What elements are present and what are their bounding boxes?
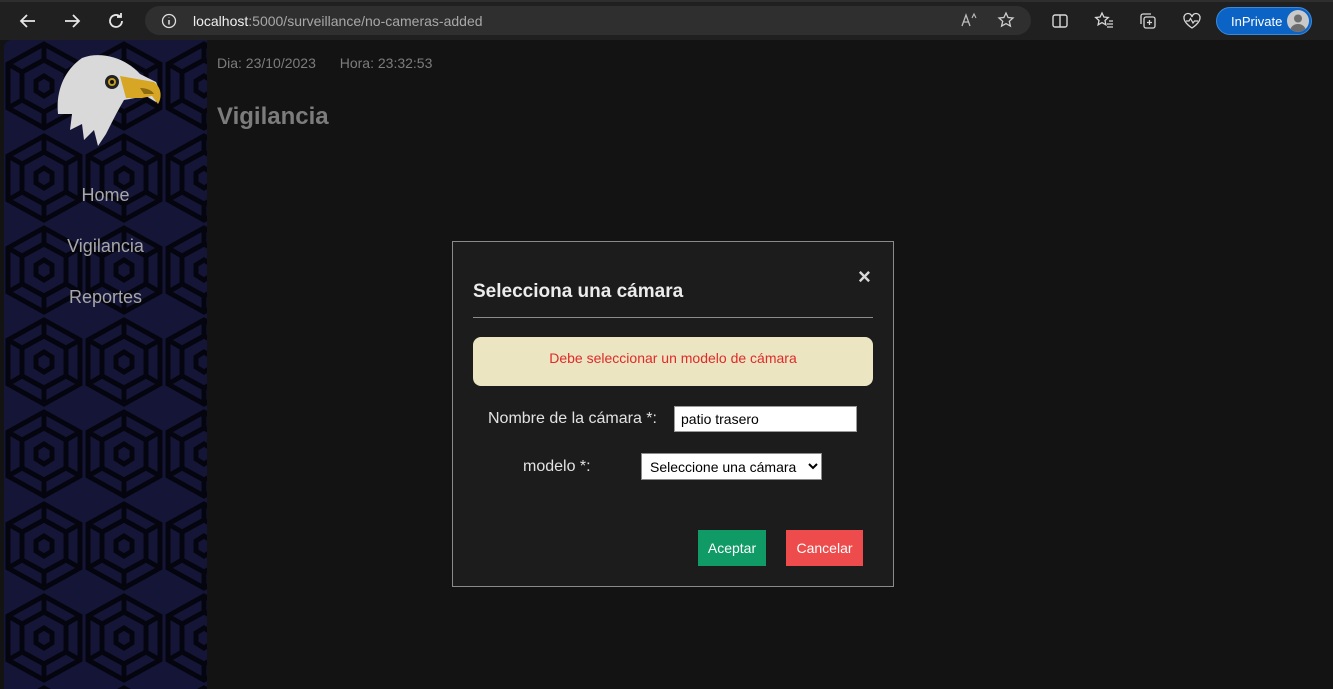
date-time-bar: Dia: 23/10/2023 Hora: 23:32:53 — [217, 55, 432, 71]
sidebar: Home Vigilancia Reportes — [4, 40, 207, 689]
inprivate-badge[interactable]: InPrivate — [1216, 7, 1312, 35]
url-text[interactable]: localhost:5000/surveillance/no-cameras-a… — [193, 13, 483, 29]
accept-button[interactable]: Aceptar — [698, 530, 766, 566]
favorite-star-icon[interactable] — [997, 11, 1015, 29]
read-aloud-icon[interactable] — [960, 12, 978, 28]
arrow-right-icon — [65, 14, 81, 28]
inprivate-label: InPrivate — [1231, 14, 1283, 29]
cancel-button[interactable]: Cancelar — [786, 530, 863, 566]
select-camera-modal: × Selecciona una cámara Debe seleccionar… — [452, 241, 894, 587]
collections-icon — [1140, 13, 1156, 29]
time-text: Hora: 23:32:53 — [339, 55, 433, 71]
camera-name-label: Nombre de la cámara *: — [488, 410, 657, 427]
close-button[interactable]: × — [858, 266, 871, 288]
eagle-logo — [57, 55, 161, 146]
refresh-button[interactable] — [103, 8, 129, 34]
address-bar[interactable]: localhost:5000/surveillance/no-cameras-a… — [145, 6, 1031, 35]
page-title: Vigilancia — [217, 103, 329, 130]
split-screen-icon — [1052, 14, 1068, 28]
model-label: modelo *: — [523, 458, 591, 475]
split-screen-button[interactable] — [1049, 10, 1071, 32]
sidebar-item-home[interactable]: Home — [4, 185, 207, 206]
date-text: Dia: 23/10/2023 — [217, 55, 316, 71]
model-select[interactable]: Seleccione una cámara — [641, 453, 822, 480]
favorites-button[interactable] — [1093, 10, 1115, 32]
modal-title: Selecciona una cámara — [473, 281, 684, 302]
forward-button[interactable] — [59, 8, 85, 34]
back-button[interactable] — [15, 8, 41, 34]
modal-divider — [473, 317, 873, 318]
profile-avatar — [1287, 10, 1309, 32]
sidebar-item-reportes[interactable]: Reportes — [4, 287, 207, 308]
refresh-icon — [109, 13, 123, 28]
sidebar-item-vigilancia[interactable]: Vigilancia — [4, 236, 207, 257]
favorites-list-icon — [1094, 11, 1113, 28]
error-alert: Debe seleccionar un modelo de cámara — [473, 337, 873, 386]
camera-name-input[interactable] — [674, 406, 857, 432]
arrow-left-icon — [19, 14, 35, 28]
person-icon — [1290, 14, 1306, 32]
browser-essentials-button[interactable] — [1181, 10, 1203, 32]
info-icon[interactable] — [161, 13, 177, 29]
collections-button[interactable] — [1137, 10, 1159, 32]
tab-strip-edge — [0, 0, 1333, 2]
browser-toolbar: localhost:5000/surveillance/no-cameras-a… — [0, 0, 1333, 40]
heart-pulse-icon — [1183, 12, 1201, 29]
